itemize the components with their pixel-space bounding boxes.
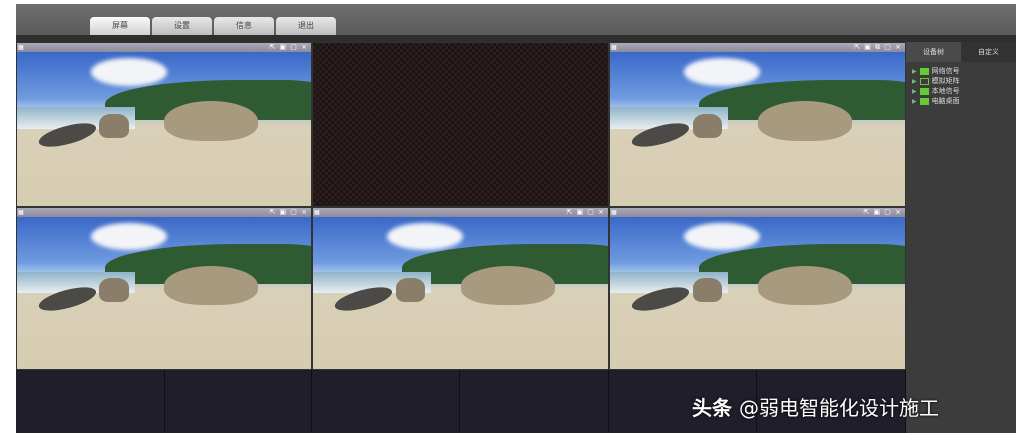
grid-icon: ▦ bbox=[611, 44, 617, 51]
screen-cell[interactable] bbox=[312, 370, 460, 433]
tab-info[interactable]: 信息 bbox=[214, 17, 274, 35]
monitor-icon bbox=[919, 97, 929, 105]
window-tools[interactable]: ⇱ ▣ ▢ ⨯ bbox=[863, 208, 902, 217]
video-preview bbox=[610, 52, 905, 206]
tab-screen[interactable]: 屏幕 bbox=[90, 17, 150, 35]
video-window-1[interactable]: ▦ ⇱ ▣ ▢ ⨯ bbox=[16, 42, 312, 207]
video-preview bbox=[17, 52, 311, 206]
tree-item-network[interactable]: ▶ 网络信号 bbox=[912, 67, 960, 76]
top-menu-bar: 屏幕 设置 信息 退出 bbox=[16, 4, 1016, 35]
device-panel: 设备树 自定义 ▶ 网络信号 ▶ 模拟矩阵 ▶ 本地信号 ▶ 电脑桌面 bbox=[906, 42, 1016, 433]
watermark-handle: @弱电智能化设计施工 bbox=[738, 396, 939, 420]
tree-item-matrix[interactable]: ▶ 模拟矩阵 bbox=[912, 77, 960, 86]
tab-exit[interactable]: 退出 bbox=[276, 17, 336, 35]
tree-item-label: 网络信号 bbox=[931, 67, 960, 75]
window-titlebar[interactable]: ▦ ⇱ ▣ ▢ ⨯ bbox=[610, 208, 905, 217]
screen-cell[interactable] bbox=[165, 370, 312, 433]
window-tools[interactable]: ⇱ ▣ ▢ ⨯ bbox=[566, 208, 605, 217]
expand-icon[interactable]: ▶ bbox=[912, 78, 917, 85]
screen-cell[interactable] bbox=[16, 370, 165, 433]
tree-item-label: 电脑桌面 bbox=[931, 97, 960, 105]
window-tools[interactable]: ⇱ ▣ ▢ ⨯ bbox=[269, 208, 308, 217]
grid-icon: ▦ bbox=[611, 209, 617, 216]
tree-item-label: 模拟矩阵 bbox=[931, 77, 960, 85]
grid-icon: ▦ bbox=[18, 44, 24, 51]
tree-item-local[interactable]: ▶ 本地信号 bbox=[912, 87, 960, 96]
video-wall-canvas[interactable]: ▦ ⇱ ▣ ▢ ⨯ ▦ ⇱ ▣ ⧉ ▢ ⨯ ▦ ⇱ ▣ ▢ ⨯ ▦ ⇱ ▣ ▢ ⨯ ▦ ⇱… bbox=[16, 42, 906, 433]
window-titlebar[interactable]: ▦ ⇱ ▣ ▢ ⨯ bbox=[313, 208, 608, 217]
grid-icon: ▦ bbox=[314, 209, 320, 216]
watermark-brand: 头条 bbox=[692, 396, 732, 420]
expand-icon[interactable]: ▶ bbox=[912, 88, 917, 95]
video-window-2[interactable]: ▦ ⇱ ▣ ⧉ ▢ ⨯ bbox=[609, 42, 906, 207]
window-tools[interactable]: ⇱ ▣ ▢ ⨯ bbox=[269, 43, 308, 52]
tab-settings[interactable]: 设置 bbox=[152, 17, 212, 35]
monitor-icon bbox=[919, 87, 929, 95]
matrix-icon bbox=[919, 77, 929, 85]
window-titlebar[interactable]: ▦ ⇱ ▣ ▢ ⨯ bbox=[17, 208, 311, 217]
expand-icon[interactable]: ▶ bbox=[912, 68, 917, 75]
video-preview bbox=[313, 217, 608, 369]
divider bbox=[16, 35, 1016, 42]
empty-window[interactable] bbox=[312, 42, 609, 207]
video-window-5[interactable]: ▦ ⇱ ▣ ▢ ⨯ bbox=[609, 207, 906, 370]
video-window-3[interactable]: ▦ ⇱ ▣ ▢ ⨯ bbox=[16, 207, 312, 370]
window-titlebar[interactable]: ▦ ⇱ ▣ ⧉ ▢ ⨯ bbox=[610, 43, 905, 52]
expand-icon[interactable]: ▶ bbox=[912, 98, 917, 105]
video-preview bbox=[17, 217, 311, 369]
tab-custom[interactable]: 自定义 bbox=[961, 42, 1016, 62]
window-tools[interactable]: ⇱ ▣ ⧉ ▢ ⨯ bbox=[854, 43, 902, 52]
window-titlebar[interactable]: ▦ ⇱ ▣ ▢ ⨯ bbox=[17, 43, 311, 52]
watermark: 头条 @弱电智能化设计施工 bbox=[692, 392, 939, 421]
network-icon bbox=[919, 67, 929, 75]
tab-device-tree[interactable]: 设备树 bbox=[906, 42, 961, 62]
video-preview bbox=[610, 217, 905, 369]
screen-cell[interactable] bbox=[460, 370, 609, 433]
tree-item-label: 本地信号 bbox=[931, 87, 960, 95]
video-window-4[interactable]: ▦ ⇱ ▣ ▢ ⨯ bbox=[312, 207, 609, 370]
tree-item-desktop[interactable]: ▶ 电脑桌面 bbox=[912, 97, 960, 106]
grid-icon: ▦ bbox=[18, 209, 24, 216]
